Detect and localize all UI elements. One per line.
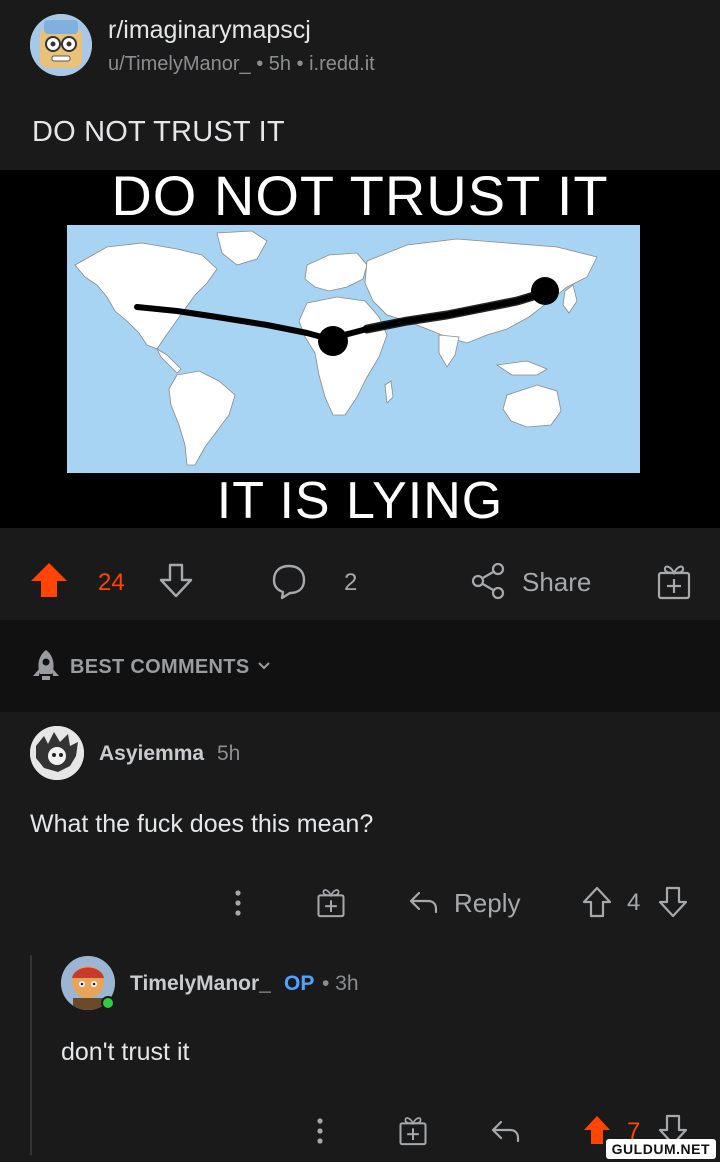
reply-icon[interactable] <box>408 889 438 915</box>
thread-line[interactable] <box>30 955 32 1155</box>
comment-body: don't trust it <box>61 1038 190 1066</box>
comment-score: 4 <box>627 889 641 916</box>
more-icon[interactable] <box>230 888 246 918</box>
chevron-down-icon[interactable] <box>256 660 272 672</box>
comment-sort-bar[interactable]: BEST COMMENTS <box>0 620 720 712</box>
post-header: r/imaginarymapscj u/TimelyManor_ • 5h • … <box>0 0 720 170</box>
award-icon[interactable] <box>398 1114 428 1146</box>
upvote-icon[interactable] <box>582 886 612 918</box>
comment-author[interactable]: TimelyManor_ <box>130 972 271 996</box>
comment-icon[interactable] <box>270 562 308 600</box>
reply-icon[interactable] <box>490 1118 520 1144</box>
avatar[interactable] <box>30 726 84 780</box>
comment-body: What the fuck does this mean? <box>30 810 374 838</box>
post-image[interactable]: DO NOT TRUST IT IT IS LYING <box>0 164 720 530</box>
comment-author[interactable]: Asyiemma <box>99 742 204 766</box>
downvote-icon[interactable] <box>158 563 194 599</box>
sort-label[interactable]: BEST COMMENTS <box>70 656 249 679</box>
post-meta[interactable]: u/TimelyManor_ • 5h • i.redd.it <box>108 53 375 76</box>
comment-time: • 3h <box>322 972 359 995</box>
award-icon[interactable] <box>656 562 692 600</box>
upvote-count: 24 <box>98 569 125 596</box>
award-icon[interactable] <box>316 886 346 918</box>
online-status-dot <box>101 996 115 1010</box>
subreddit-name[interactable]: r/imaginarymapscj <box>108 16 311 45</box>
rocket-icon <box>30 648 62 682</box>
world-map <box>67 225 640 473</box>
downvote-icon[interactable] <box>658 886 688 918</box>
subreddit-avatar[interactable] <box>30 14 92 76</box>
post-title[interactable]: DO NOT TRUST IT <box>32 116 285 149</box>
more-icon[interactable] <box>312 1116 328 1146</box>
comment-count: 2 <box>344 569 358 596</box>
op-badge: OP <box>284 972 315 995</box>
share-icon[interactable] <box>470 562 506 600</box>
reply-button[interactable]: Reply <box>454 888 520 919</box>
post-action-bar: 24 2 Share <box>0 528 720 620</box>
watermark: GULDUM.NET <box>605 1139 716 1159</box>
share-label[interactable]: Share <box>522 567 591 598</box>
upvote-icon[interactable] <box>30 562 68 598</box>
image-bottom-caption: IT IS LYING <box>216 472 504 530</box>
comment-time: 5h <box>217 742 241 765</box>
image-top-caption: DO NOT TRUST IT <box>111 164 609 227</box>
